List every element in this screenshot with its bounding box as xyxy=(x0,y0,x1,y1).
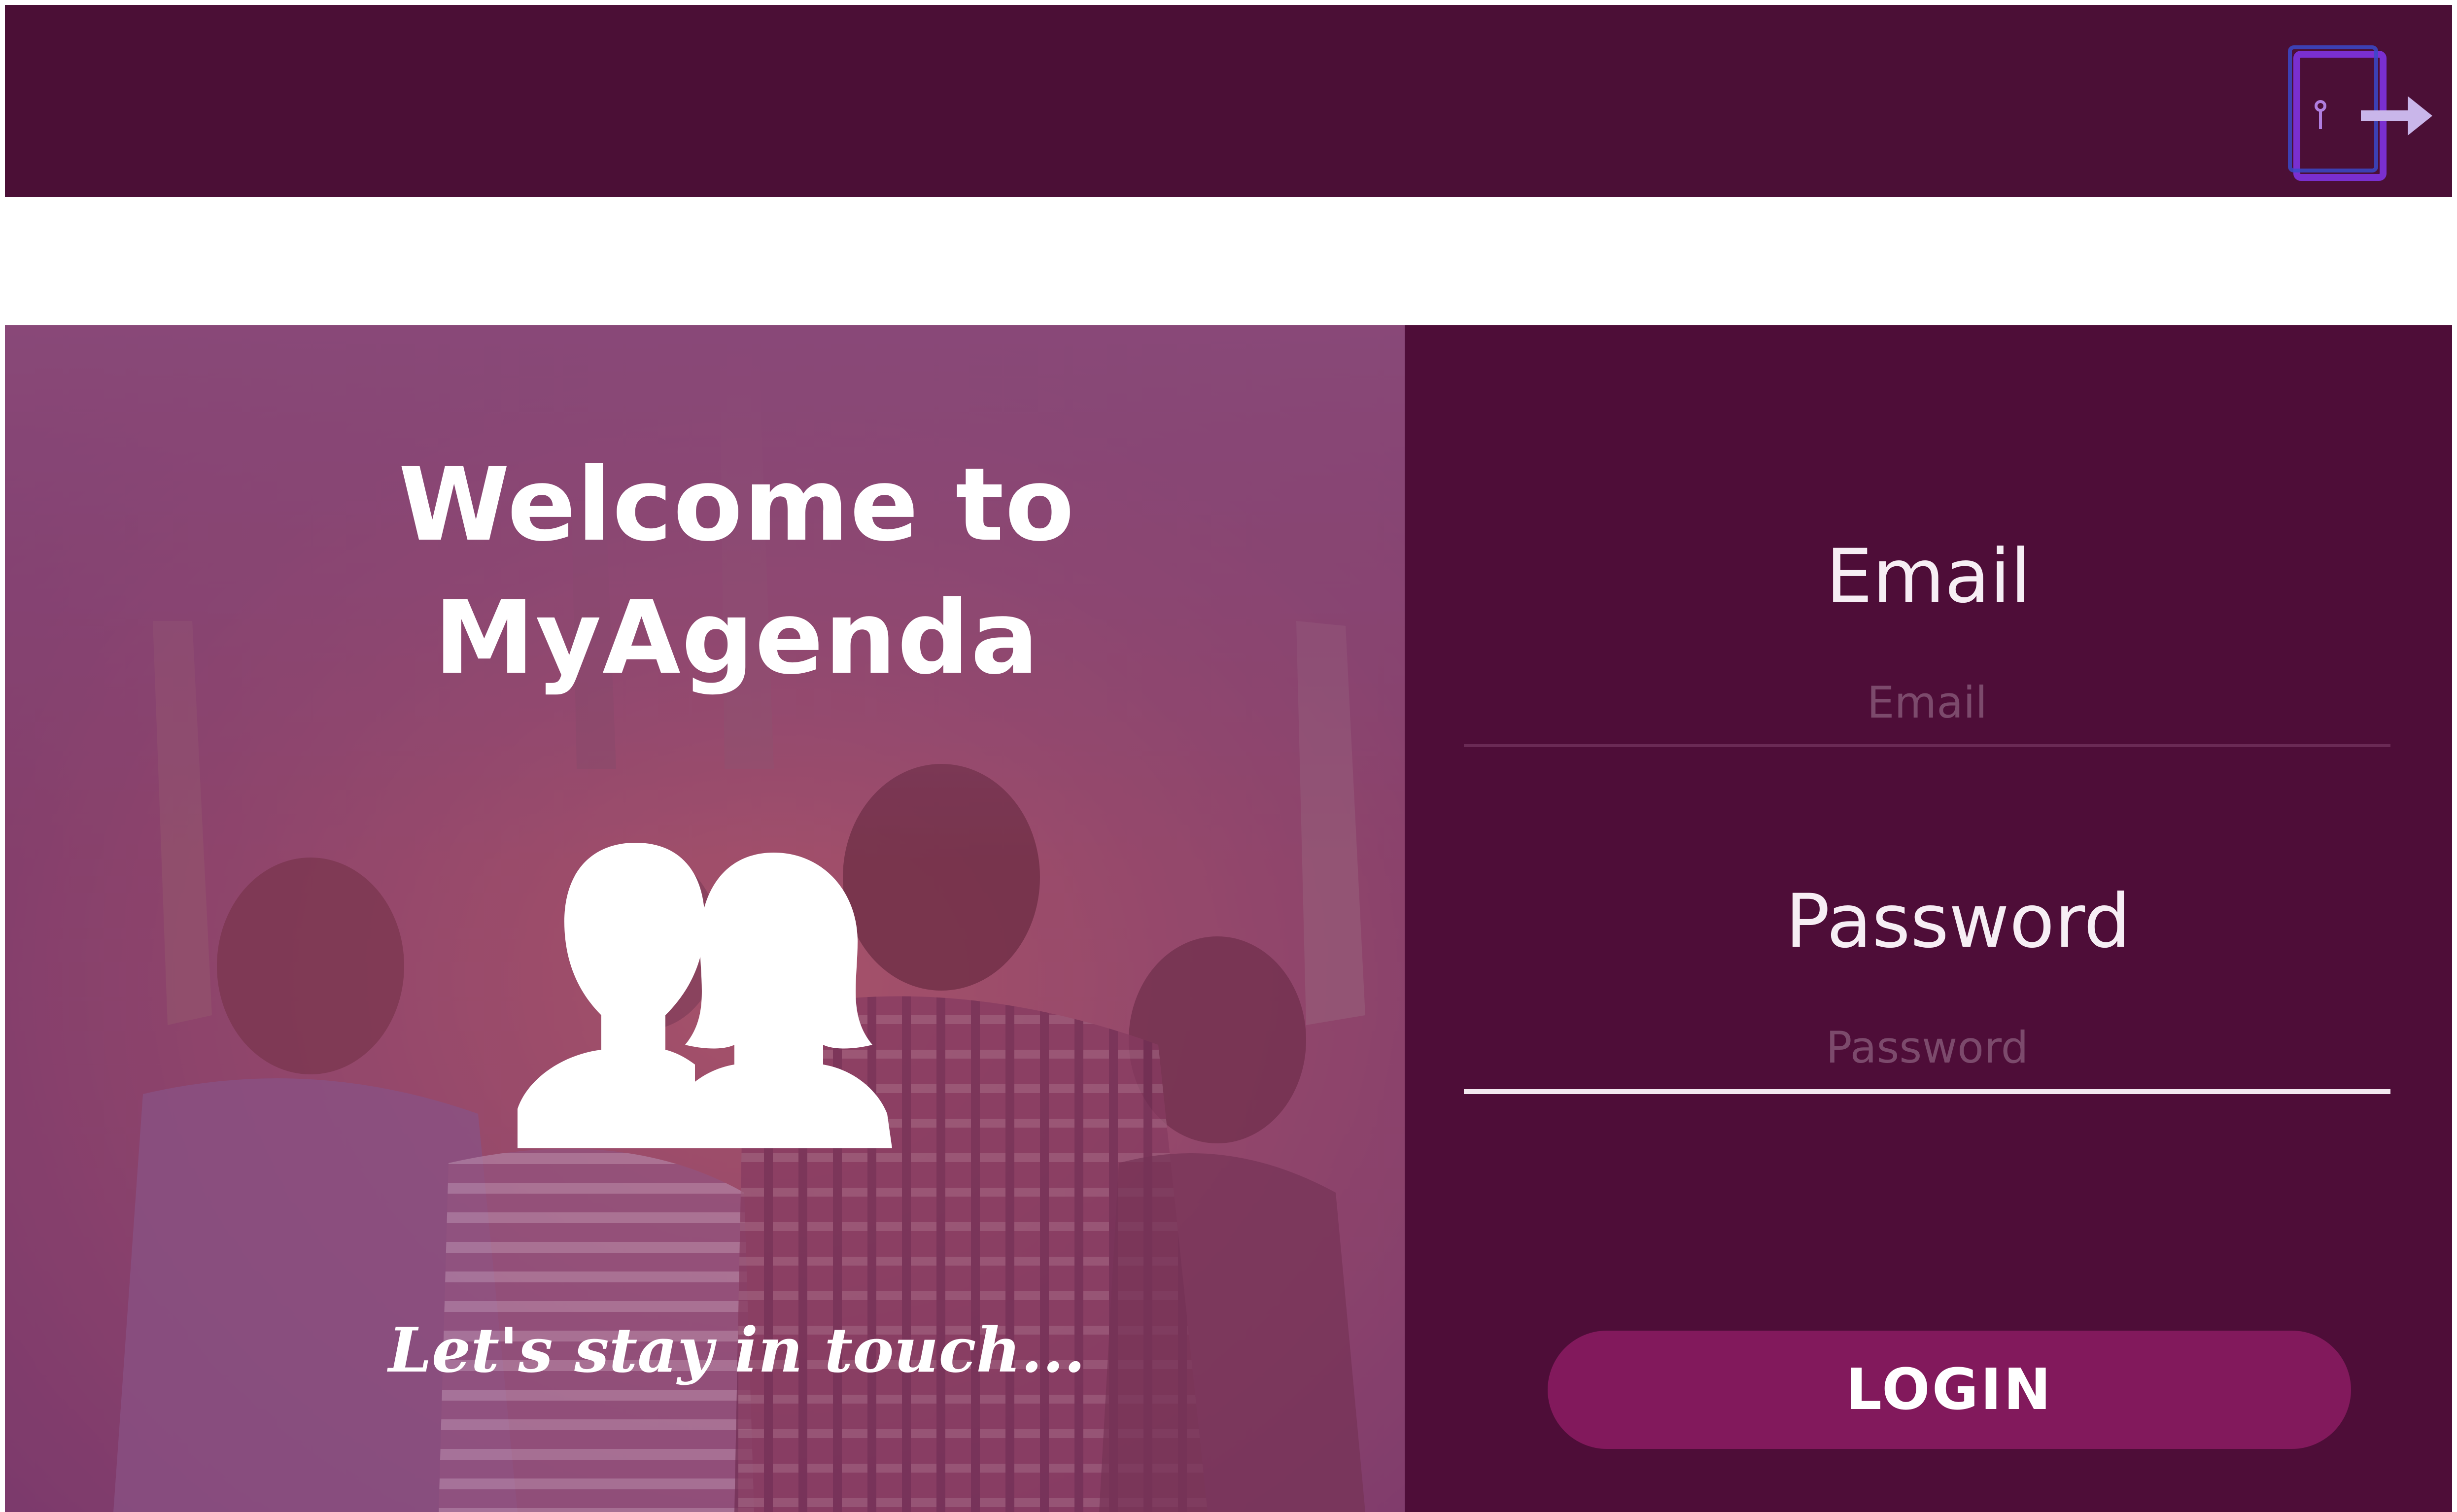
email-label: Email xyxy=(1826,534,2031,619)
login-button[interactable]: LOGIN xyxy=(1548,1331,2351,1449)
main-panel: Welcome to MyAgenda Let's stay in touch.… xyxy=(5,325,2452,1512)
welcome-title-line-1: Welcome to xyxy=(398,447,1075,564)
password-input[interactable] xyxy=(1464,1005,2390,1094)
welcome-title-line-2: MyAgenda xyxy=(434,580,1040,697)
welcome-title: Welcome to MyAgenda xyxy=(153,439,1321,705)
welcome-panel: Welcome to MyAgenda Let's stay in touch.… xyxy=(5,325,1405,1512)
exit-button[interactable] xyxy=(2287,44,2435,187)
login-panel: Email Password LOGIN xyxy=(1405,325,2452,1512)
login-page: Welcome to MyAgenda Let's stay in touch.… xyxy=(0,0,2457,1512)
exit-door-icon xyxy=(2288,45,2432,181)
tagline: Let's stay in touch... xyxy=(388,1314,1085,1386)
top-header-bar xyxy=(5,5,2452,197)
email-input[interactable] xyxy=(1464,660,2390,747)
password-label: Password xyxy=(1785,879,2131,964)
users-icon xyxy=(518,833,892,1148)
